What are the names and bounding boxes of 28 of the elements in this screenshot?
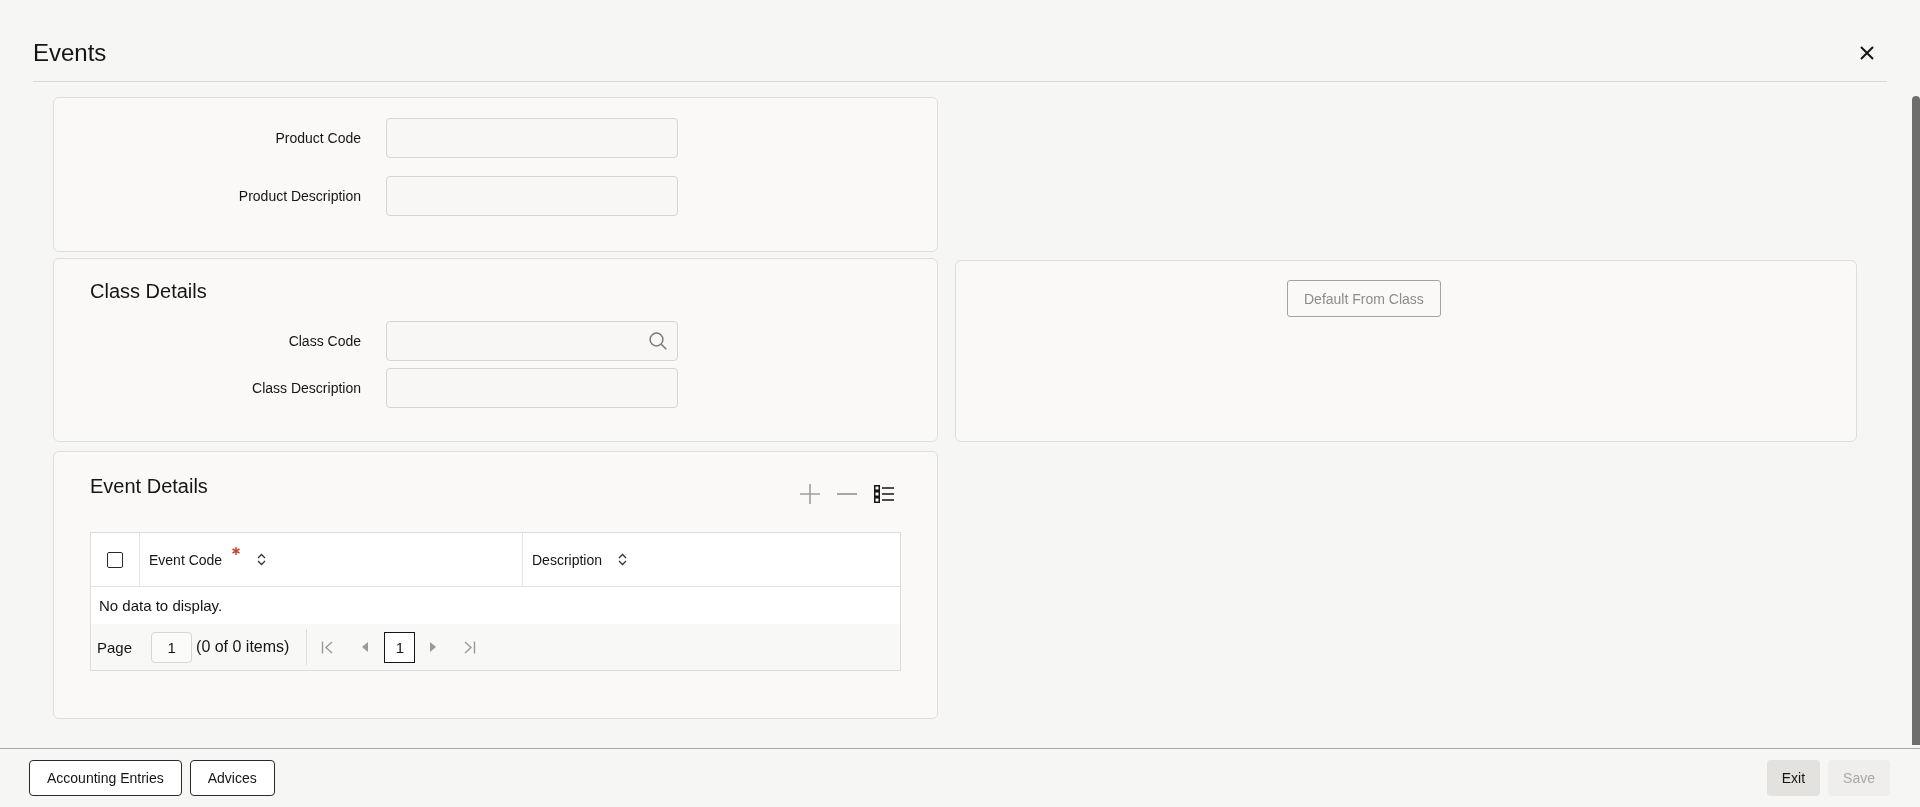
page-label: Page: [97, 638, 133, 656]
select-all-checkbox[interactable]: [107, 551, 123, 568]
sort-icon[interactable]: [618, 553, 628, 566]
exit-button[interactable]: Exit: [1766, 760, 1821, 796]
input-field[interactable]: [386, 176, 678, 216]
search-icon[interactable]: [649, 332, 667, 350]
page-input[interactable]: 1: [151, 631, 193, 663]
empty-table-message: No data to display.: [99, 597, 223, 614]
column-header: Description: [532, 550, 603, 569]
section-title: Event Details: [90, 474, 208, 498]
scrollbar-thumb[interactable]: [1912, 96, 1920, 745]
field-label: Product Description: [238, 187, 361, 205]
field-label: Product Code: [275, 129, 361, 147]
field-label: Class Description: [252, 379, 361, 397]
column-header: Event Code: [149, 550, 223, 569]
accounting-entries-button[interactable]: Accounting Entries: [29, 760, 182, 796]
page-number[interactable]: 1: [384, 631, 416, 663]
input-field[interactable]: [386, 368, 678, 408]
item-count: (0 of 0 items): [196, 638, 290, 656]
window-title: Events: [33, 37, 107, 68]
lookup-field[interactable]: [386, 321, 678, 361]
close-icon[interactable]: [1860, 45, 1874, 60]
field-label: Class Code: [288, 332, 361, 350]
list-icon[interactable]: [874, 485, 894, 503]
sort-icon[interactable]: [257, 553, 267, 566]
advices-button[interactable]: Advices: [189, 760, 275, 796]
section-title: Class Details: [90, 279, 207, 303]
input-field[interactable]: [386, 118, 678, 158]
